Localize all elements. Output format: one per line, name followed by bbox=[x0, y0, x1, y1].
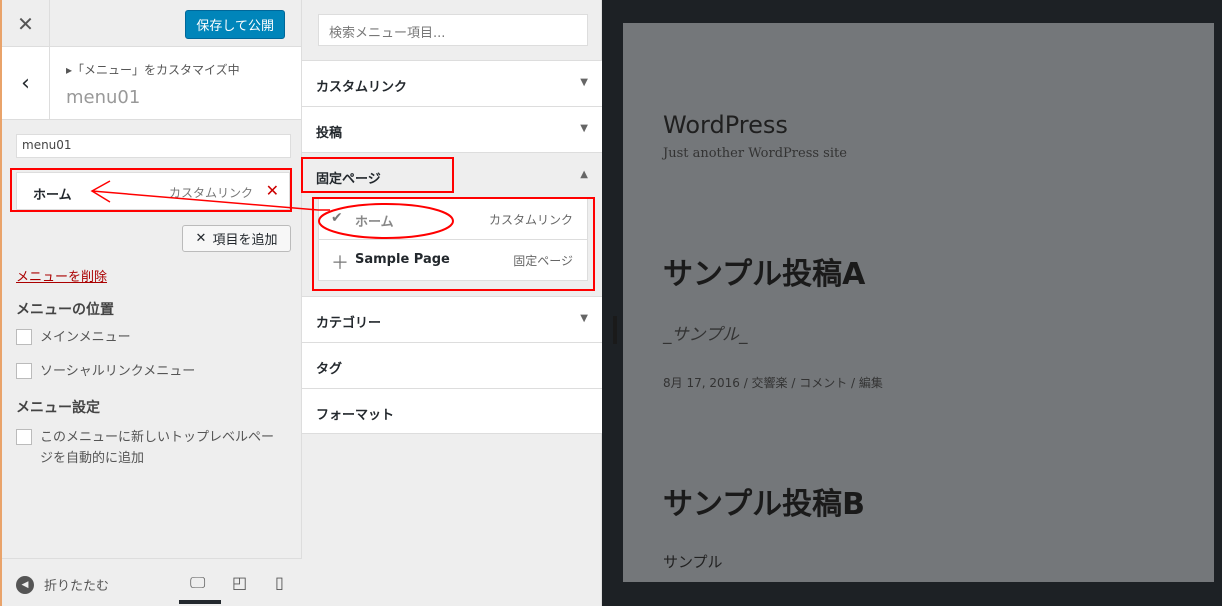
tablet-preview-icon[interactable]: ◰ bbox=[232, 573, 247, 592]
section-tags[interactable]: タグ bbox=[302, 342, 602, 388]
settings-heading: メニュー設定 bbox=[16, 400, 100, 416]
breadcrumb: ▸「メニュー」をカスタマイズ中 bbox=[66, 63, 240, 77]
customizer-sidebar: ✕ 保存して公開 ‹ ▸「メニュー」をカスタマイズ中 menu01 menu01… bbox=[0, 0, 302, 606]
section-formats[interactable]: フォーマット bbox=[302, 388, 602, 434]
customizer-footer: ◀ 折りたたむ 🖵 ◰ ▯ bbox=[2, 558, 302, 606]
text-cursor bbox=[613, 316, 617, 344]
desktop-preview-icon[interactable]: 🖵 bbox=[190, 573, 205, 593]
preview-page: WordPress Just another WordPress site サン… bbox=[623, 23, 1214, 582]
check-icon: ✔ bbox=[331, 210, 343, 226]
close-icon: ✕ bbox=[195, 231, 207, 246]
menu-item-home[interactable]: ホーム カスタムリンク ✕ bbox=[16, 172, 290, 210]
post-excerpt: _サンプル_ bbox=[663, 325, 748, 345]
checkbox-label: このメニューに新しいトップレベルページを自動的に追加 bbox=[40, 430, 275, 466]
close-icon[interactable]: ✕ bbox=[2, 0, 50, 47]
site-preview: WordPress Just another WordPress site サン… bbox=[602, 0, 1222, 606]
chevron-down-icon: ▼ bbox=[580, 123, 588, 134]
publish-button[interactable]: 保存して公開 bbox=[185, 10, 285, 39]
pages-list: ✔ ホーム カスタムリンク ＋ Sample Page 固定ページ bbox=[318, 198, 588, 281]
collapse-arrow-icon: ◀ bbox=[16, 575, 34, 594]
section-custom-links[interactable]: カスタムリンク ▼ bbox=[302, 60, 602, 106]
customizer-header: ✕ 保存して公開 bbox=[2, 0, 301, 47]
available-item-home[interactable]: ✔ ホーム カスタムリンク bbox=[319, 199, 587, 240]
menu-item-title: ホーム bbox=[33, 188, 72, 203]
menu-name-input[interactable]: menu01 bbox=[16, 134, 291, 158]
location-checkbox[interactable]: ソーシャルリンクメニュー bbox=[16, 361, 195, 382]
add-items-button[interactable]: ✕ 項目を追加 bbox=[182, 225, 291, 252]
site-tagline: Just another WordPress site bbox=[663, 146, 847, 161]
available-item-sample-page[interactable]: ＋ Sample Page 固定ページ bbox=[319, 240, 587, 281]
checkbox-label: ソーシャルリンクメニュー bbox=[40, 364, 196, 379]
plus-icon: ＋ bbox=[331, 253, 349, 274]
checkbox[interactable] bbox=[16, 363, 32, 379]
collapse-label: 折りたたむ bbox=[44, 579, 110, 594]
back-chevron-icon[interactable]: ‹ bbox=[2, 47, 50, 120]
post-title[interactable]: サンプル投稿B bbox=[663, 479, 865, 523]
menu-item-type: カスタムリンク bbox=[168, 186, 253, 200]
collapse-button[interactable]: ◀ 折りたたむ bbox=[16, 575, 109, 594]
section-posts[interactable]: 投稿 ▼ bbox=[302, 106, 602, 152]
site-title[interactable]: WordPress bbox=[663, 111, 788, 139]
delete-menu-link[interactable]: メニューを削除 bbox=[16, 266, 107, 285]
chevron-down-icon: ▼ bbox=[580, 77, 588, 88]
menu-items-search-input[interactable]: 検索メニュー項目... bbox=[318, 14, 588, 46]
mobile-preview-icon[interactable]: ▯ bbox=[275, 573, 284, 592]
post-title[interactable]: サンプル投稿A bbox=[663, 249, 865, 293]
checkbox[interactable] bbox=[16, 329, 32, 345]
checkbox[interactable] bbox=[16, 429, 32, 445]
available-menu-items-panel: 検索メニュー項目... カスタムリンク ▼ 投稿 ▼ 固定ページ ▲ ✔ ホーム カスタム… bbox=[302, 0, 602, 606]
section-title: menu01 bbox=[66, 87, 141, 108]
section-categories[interactable]: カテゴリー ▼ bbox=[302, 296, 602, 342]
post-meta: 8月 17, 2016 / 交響楽 / コメント / 編集 bbox=[663, 376, 883, 390]
chevron-up-icon: ▲ bbox=[580, 169, 588, 180]
post-body: サンプル bbox=[663, 553, 723, 571]
auto-add-checkbox[interactable]: このメニューに新しいトップレベルページを自動的に追加 bbox=[16, 427, 286, 469]
locations-heading: メニューの位置 bbox=[16, 302, 114, 318]
selected-device-indicator bbox=[179, 600, 221, 604]
checkbox-label: メインメニュー bbox=[40, 330, 131, 345]
add-items-label: 項目を追加 bbox=[212, 233, 278, 248]
chevron-down-icon: ▼ bbox=[580, 313, 588, 324]
section-header: ‹ ▸「メニュー」をカスタマイズ中 menu01 bbox=[2, 47, 301, 120]
location-checkbox[interactable]: メインメニュー bbox=[16, 327, 131, 348]
remove-icon[interactable]: ✕ bbox=[266, 181, 279, 200]
